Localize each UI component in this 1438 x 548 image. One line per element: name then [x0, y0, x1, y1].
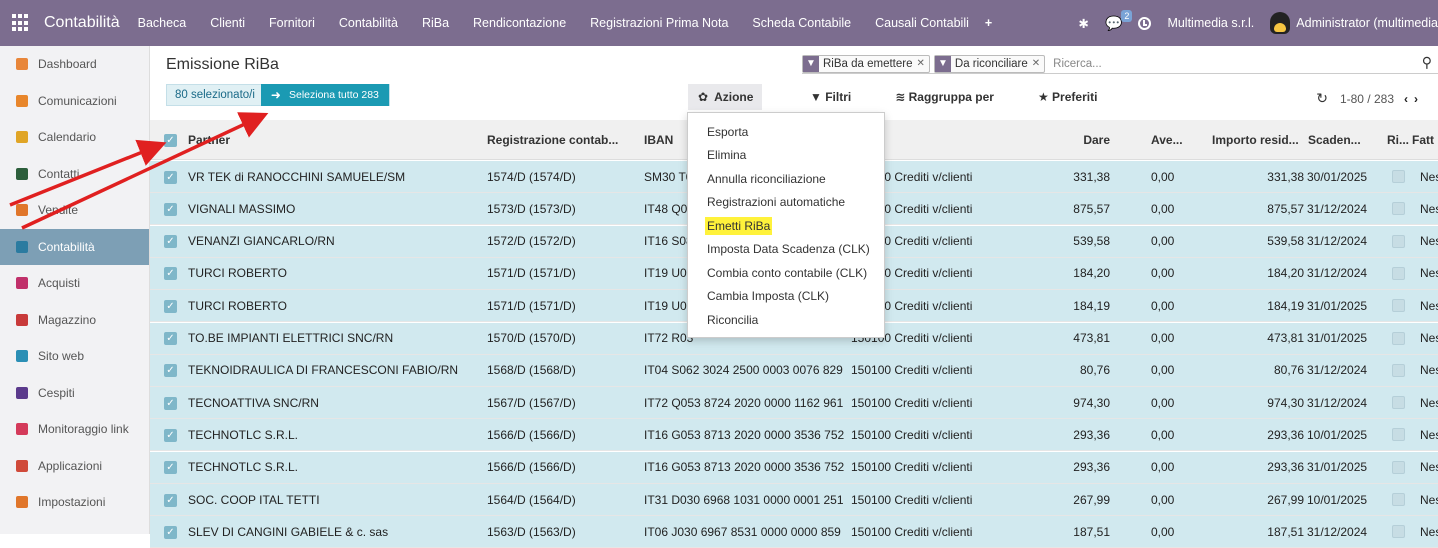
annotation-arrow-to-select-all: [21, 112, 269, 230]
annotation-arrows: [9, 112, 269, 230]
